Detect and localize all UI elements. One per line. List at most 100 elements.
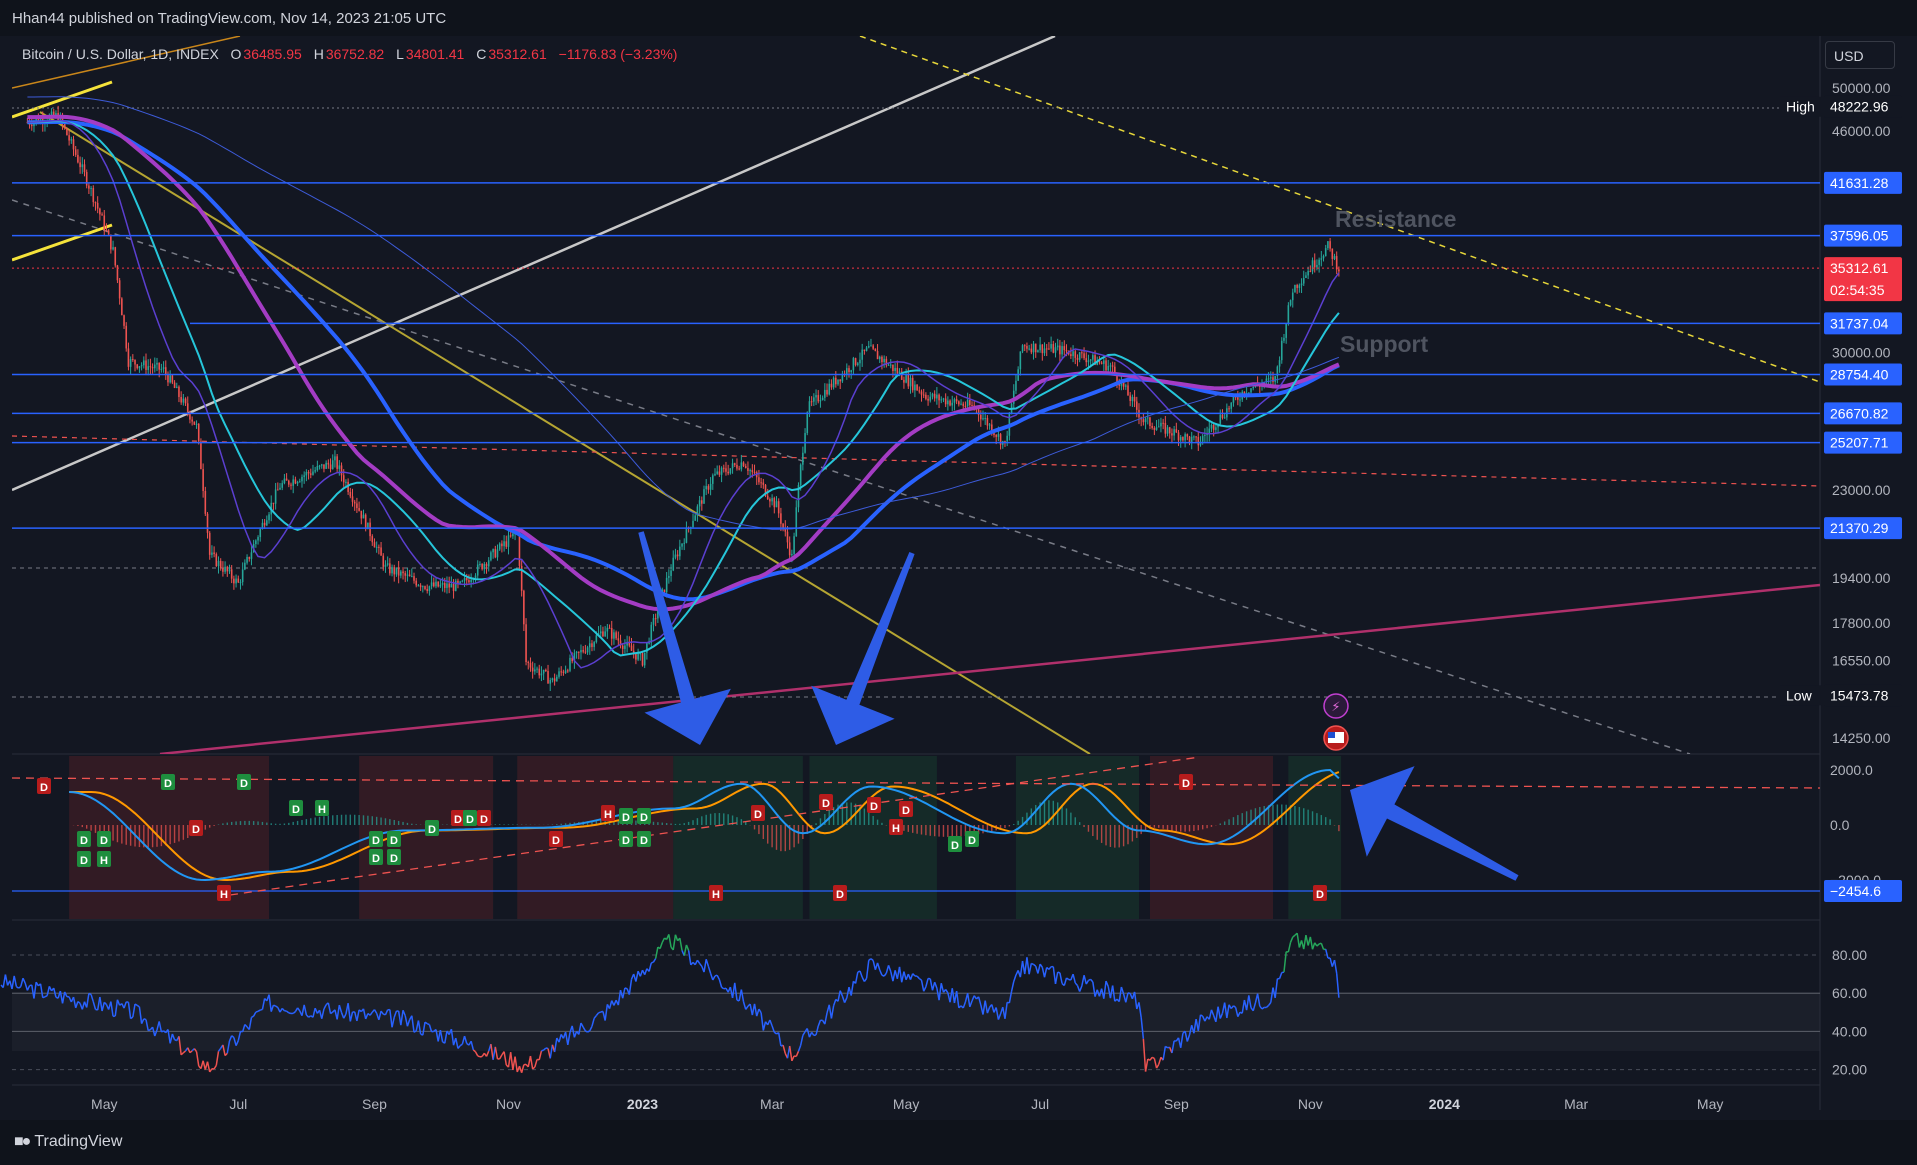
candle-body [415, 580, 418, 586]
macd-hist-bar [1092, 825, 1094, 837]
candle-body [529, 662, 532, 668]
candle-body [720, 467, 723, 475]
chart-canvas[interactable]: High 48222.96 41631.28 37596.05 35312.61 02:5… [0, 0, 1917, 1120]
price-axis-tick: 46000.00 [1832, 123, 1891, 139]
change-value: −1176.83 (−3.23%) [558, 46, 678, 62]
candle-body [663, 589, 666, 593]
candle-body [1184, 434, 1186, 441]
candle-body [288, 480, 290, 485]
tradingview-brand[interactable]: ■● TradingView [14, 1133, 122, 1151]
candle-body [1320, 258, 1323, 260]
macd-hist-bar [389, 819, 391, 825]
candle-body [780, 513, 782, 524]
macd-hist-bar [340, 814, 343, 825]
macd-hist-bar [1083, 825, 1085, 828]
level-tag-value: 37596.05 [1830, 228, 1889, 244]
signal-marker-text: H [604, 809, 612, 821]
candle-body [285, 478, 288, 481]
candle-body [134, 359, 136, 365]
candle-body [683, 542, 686, 544]
candle-body [452, 583, 455, 591]
candle-body [709, 483, 712, 490]
candle-body [1296, 284, 1298, 288]
candle-body [1272, 377, 1274, 382]
candle-body [496, 549, 499, 558]
level-tag-value: 31737.04 [1830, 315, 1889, 331]
candle-body [624, 645, 626, 649]
signal-marker-text: D [622, 812, 630, 824]
candle-body [72, 139, 75, 150]
candle-body [1294, 284, 1296, 293]
candle-body [382, 555, 385, 567]
candle-body [773, 498, 776, 508]
axis-labels: May Jul Sep Nov 2023 Mar May Jul Sep Nov 2024 Mar Ma… [91, 1096, 1723, 1112]
macd-hist-bar [393, 819, 395, 825]
currency-selector[interactable]: USD [1825, 41, 1895, 69]
macd-hist-bar [758, 825, 760, 835]
candle-body [428, 586, 431, 591]
macd-hist-bar [498, 824, 501, 825]
macd-hist-bar [556, 824, 558, 825]
candle-body [861, 349, 863, 360]
candle-body [920, 391, 923, 395]
candle-body [1048, 348, 1050, 350]
macd-hist-bar [323, 816, 325, 825]
candle-body [1081, 352, 1083, 354]
candle-body [701, 500, 703, 504]
candle-body [1289, 300, 1292, 306]
rsi-segment [587, 1030, 591, 1033]
candle-body [1210, 424, 1213, 429]
ma-purple-line [27, 114, 1340, 612]
candle-body [984, 418, 987, 420]
candle-body [575, 651, 578, 654]
candle-body [813, 397, 815, 402]
candle-body [740, 462, 743, 470]
candle-body [1228, 408, 1230, 410]
macd-hist-bar [151, 825, 154, 848]
candle-body [955, 399, 958, 402]
candle-body [419, 585, 422, 588]
macd-hist-bar [1162, 825, 1164, 829]
rsi-segment [426, 1022, 430, 1026]
candle-body [927, 398, 929, 401]
blue-arrow-left [638, 531, 731, 745]
candle-body [182, 398, 185, 403]
macd-hist-bar [94, 825, 97, 833]
candle-body [184, 398, 187, 404]
candle-body [810, 401, 813, 403]
descending-dashed-line [12, 199, 1691, 754]
candle-body [692, 520, 694, 528]
candle-body [1173, 429, 1175, 436]
candle-body [283, 478, 286, 484]
signal-marker-text: D [754, 809, 762, 821]
candle-body [132, 359, 134, 361]
macd-hist-bar [955, 825, 958, 837]
candle-body [454, 580, 457, 591]
macd-hist-bar [1008, 825, 1011, 827]
candle-body [859, 359, 861, 364]
macd-hist-bar [933, 825, 936, 837]
candle-body [437, 581, 439, 587]
macd-hist-bar [160, 825, 163, 847]
low-label: L [396, 46, 404, 62]
macd-hist-bar [1201, 825, 1204, 830]
candle-body [338, 465, 341, 469]
macd-hist-bar [494, 824, 497, 825]
signal-marker-text: H [712, 889, 720, 901]
candle-body [668, 575, 670, 578]
candle-body [997, 434, 1000, 437]
macd-hist-bar [252, 821, 255, 825]
macd-hist-bar [652, 821, 655, 825]
candle-body [193, 421, 196, 425]
macd-hist-bar [121, 825, 123, 844]
candle-body [736, 464, 738, 469]
candle-body [1105, 360, 1107, 371]
candle-body [556, 676, 558, 682]
candle-body [854, 358, 857, 365]
candle-body [635, 653, 637, 660]
macd-hist-bar [674, 823, 677, 825]
candle-body [298, 481, 301, 483]
candle-body [835, 377, 837, 385]
candle-body [865, 347, 868, 351]
macd-hist-bar [1056, 802, 1059, 825]
